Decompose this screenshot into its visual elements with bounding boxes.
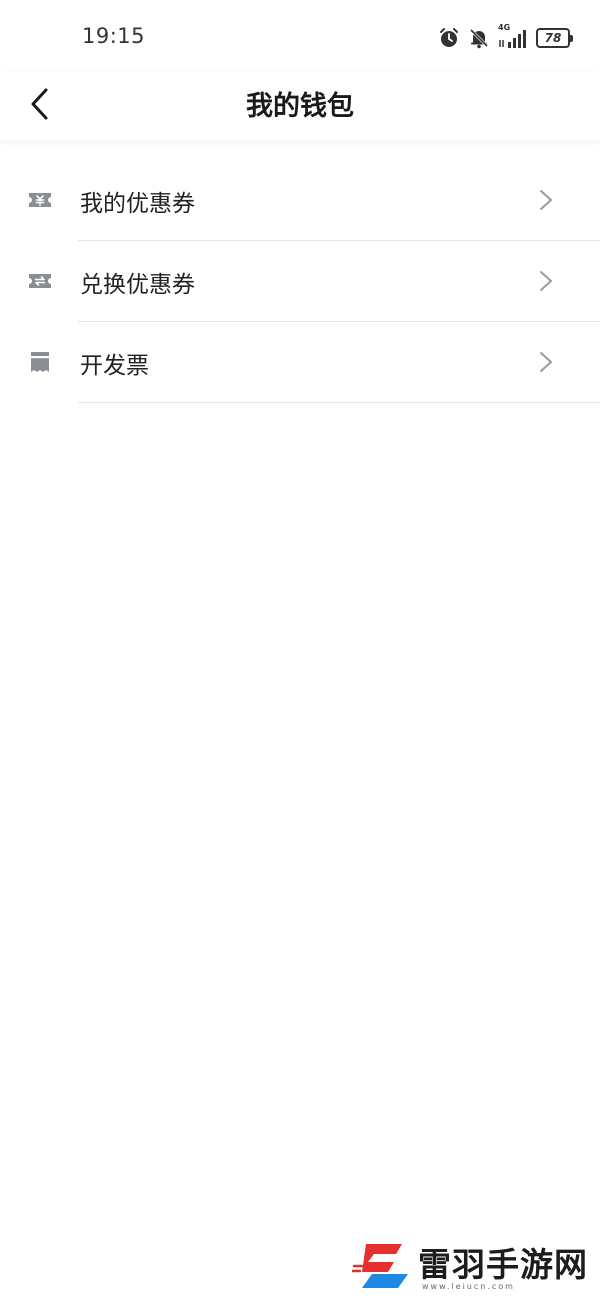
exchange-coupon-icon [28,269,52,293]
watermark-text: 雷羽手游网 [418,1245,588,1284]
battery-icon: 78 [536,28,573,48]
chevron-right-icon [536,350,556,374]
signal-icon: 4G [498,23,528,50]
coupon-icon [28,188,52,212]
status-icons: 4G 78 [438,23,573,52]
watermark-url: www.leiucn.com [422,1282,515,1291]
chevron-right-icon [536,188,556,212]
watermark-logo-icon [350,1240,412,1296]
alarm-icon [438,27,460,49]
wallet-menu-list: 我的优惠券 兑换优惠券 开发票 [0,160,600,403]
page-title: 我的钱包 [246,91,354,122]
nav-header: 我的钱包 [0,72,600,140]
menu-divider [78,402,600,403]
menu-item-invoice[interactable]: 开发票 [0,322,600,403]
status-time: 19:15 [82,24,146,48]
watermark: 雷羽手游网 www.leiucn.com [350,1236,592,1296]
invoice-icon [28,350,52,374]
chevron-right-icon [536,269,556,293]
menu-item-label: 兑换优惠券 [80,272,195,298]
menu-item-label: 开发票 [80,353,149,379]
wallet-screen: 19:15 4G 78 我的钱包 我的优惠券 兑换优惠券 开发票 雷羽手游网 w… [0,0,600,1301]
menu-item-my-coupons[interactable]: 我的优惠券 [0,160,600,241]
menu-item-label: 我的优惠券 [80,191,195,217]
menu-item-exchange-coupon[interactable]: 兑换优惠券 [0,241,600,322]
bell-muted-icon [468,27,490,49]
battery-level: 78 [544,31,562,45]
status-bar: 19:15 4G 78 [0,0,600,72]
